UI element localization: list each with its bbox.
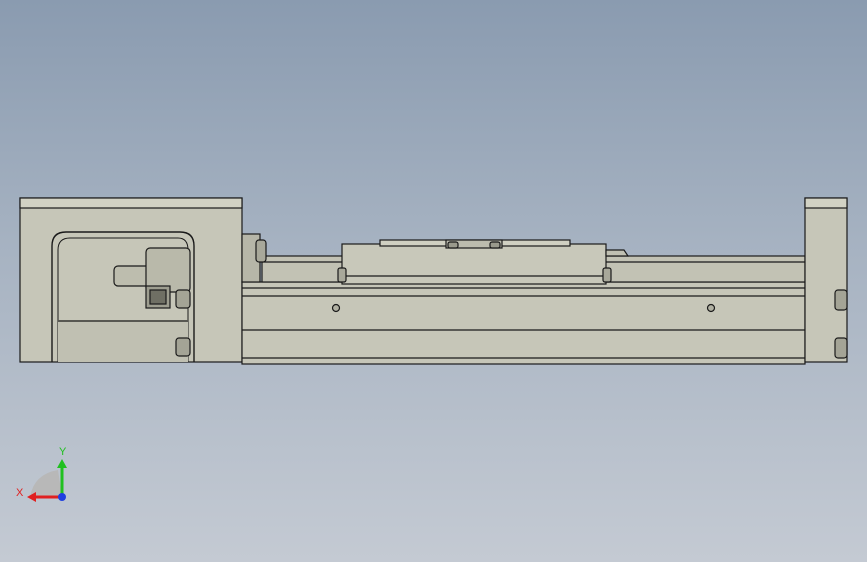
rail-body bbox=[241, 281, 806, 365]
right-end-cap bbox=[804, 197, 848, 363]
linear-actuator-model bbox=[19, 197, 848, 365]
z-axis-icon bbox=[58, 493, 66, 501]
x-axis-label: X bbox=[16, 487, 24, 499]
mount-hole-right bbox=[706, 303, 716, 313]
cad-viewport[interactable]: X Y bbox=[0, 0, 867, 562]
y-axis-label: Y bbox=[59, 446, 67, 458]
slider-carriage bbox=[337, 239, 630, 285]
orientation-triad: X Y bbox=[16, 446, 67, 502]
mount-hole-left bbox=[331, 303, 341, 313]
